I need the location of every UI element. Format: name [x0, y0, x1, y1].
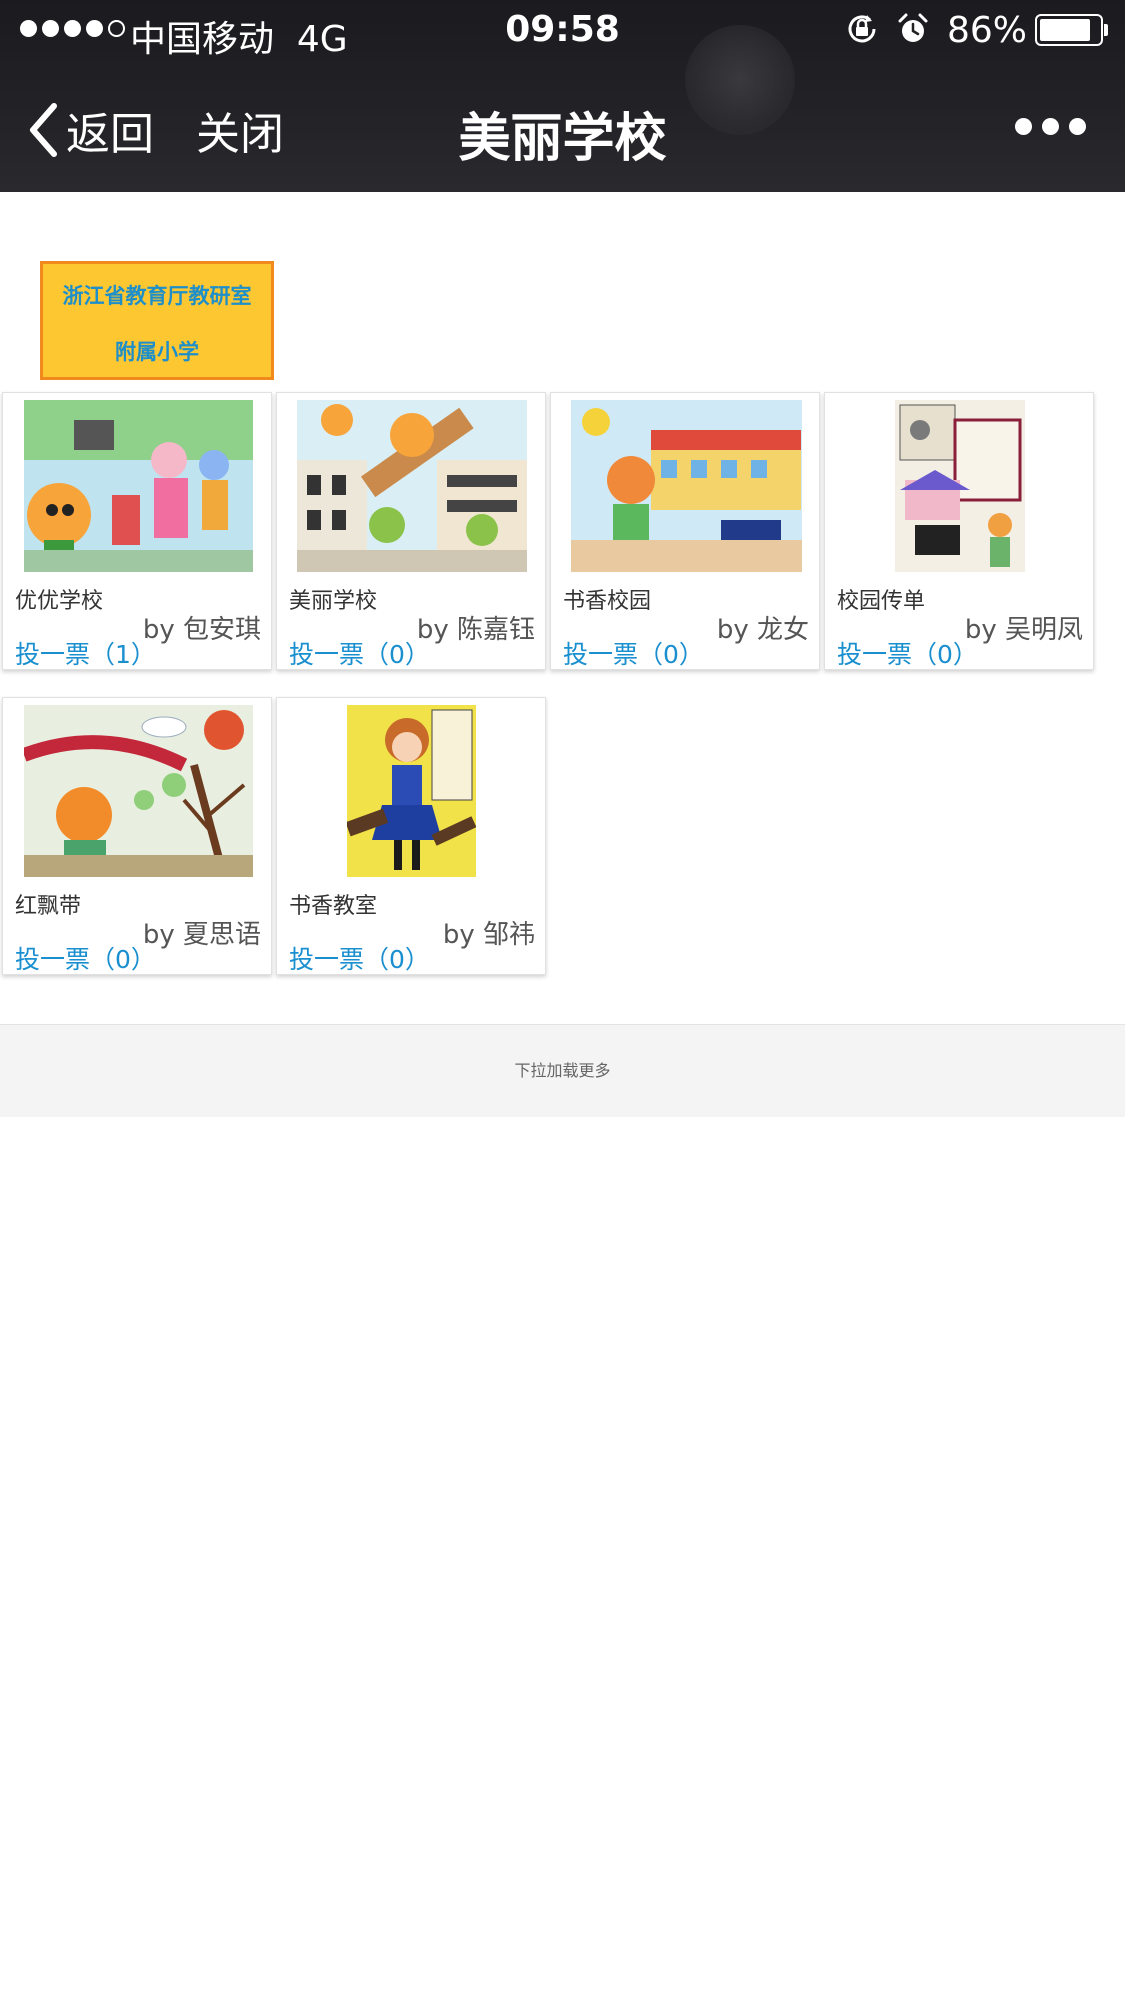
more-dot: [1015, 118, 1032, 135]
status-icons: [845, 12, 929, 46]
battery-percent: 86%: [947, 10, 1028, 51]
artwork-author: by 邹祎: [442, 920, 535, 950]
vote-button[interactable]: 投一票（0）: [563, 635, 704, 671]
artwork-thumbnail[interactable]: [571, 400, 802, 572]
artwork-title: 美丽学校: [289, 589, 378, 614]
artwork-card[interactable]: 书香校园 by 龙女 投一票（0）: [550, 392, 820, 670]
battery-cap: [1104, 24, 1108, 36]
artwork-title: 红飘带: [15, 894, 82, 919]
school-name-line1: 浙江省教育厅教研室: [62, 284, 252, 308]
artwork-thumbnail[interactable]: [895, 400, 1025, 572]
artwork-author: by 包安琪: [142, 615, 261, 645]
vote-button[interactable]: 投一票（0）: [289, 940, 430, 976]
artwork-title: 优优学校: [15, 589, 104, 614]
more-dot: [1042, 118, 1059, 135]
vote-button[interactable]: 投一票（0）: [289, 635, 430, 671]
alarm-icon: [898, 13, 928, 42]
vote-button[interactable]: 投一票（0）: [837, 635, 978, 671]
artwork-card[interactable]: 美丽学校 by 陈嘉钰 投一票（0）: [276, 392, 546, 670]
artwork-title: 校园传单: [837, 589, 926, 614]
top-bar: 中国移动 4G 09:58 86% 返回 关闭 美丽学校: [0, 0, 1125, 192]
school-badge: 浙江省教育厅教研室 附属小学: [40, 261, 274, 380]
nav-bar: 返回 关闭 美丽学校: [0, 60, 1125, 192]
rotation-lock-icon: [848, 15, 876, 43]
more-options-button[interactable]: [1015, 118, 1086, 135]
artwork-image: [24, 705, 253, 877]
artwork-author: by 陈嘉钰: [416, 615, 535, 645]
battery-icon: [1035, 14, 1103, 46]
artwork-image: [895, 400, 1025, 572]
vote-button[interactable]: 投一票（0）: [15, 940, 156, 976]
artwork-card[interactable]: 校园传单 by 吴明凤 投一票（0）: [824, 392, 1094, 670]
artwork-card[interactable]: 书香教室 by 邹祎 投一票（0）: [276, 697, 546, 975]
load-more-hint[interactable]: 下拉加载更多: [0, 1024, 1125, 1117]
artwork-title: 书香教室: [289, 894, 378, 919]
status-bar: 中国移动 4G 09:58 86%: [0, 0, 1125, 60]
artwork-image: [571, 400, 802, 572]
artwork-image: [297, 400, 527, 572]
battery-level: [1040, 19, 1090, 41]
artwork-image: [24, 400, 253, 572]
artwork-thumbnail[interactable]: [24, 705, 253, 877]
artwork-card[interactable]: 优优学校 by 包安琪 投一票（1）: [2, 392, 272, 670]
school-name-line2: 附属小学: [115, 340, 199, 364]
artwork-image: [347, 705, 476, 877]
artwork-author: by 夏思语: [142, 920, 261, 950]
artwork-thumbnail[interactable]: [297, 400, 527, 572]
artwork-thumbnail[interactable]: [347, 705, 476, 877]
page-title: 美丽学校: [458, 109, 667, 169]
artwork-author: by 吴明凤: [964, 615, 1083, 645]
artwork-title: 书香校园: [563, 589, 652, 614]
more-dot: [1069, 118, 1086, 135]
vote-button[interactable]: 投一票（1）: [15, 635, 156, 671]
artwork-thumbnail[interactable]: [24, 400, 253, 572]
artwork-card[interactable]: 红飘带 by 夏思语 投一票（0）: [2, 697, 272, 975]
artwork-author: by 龙女: [716, 615, 809, 645]
